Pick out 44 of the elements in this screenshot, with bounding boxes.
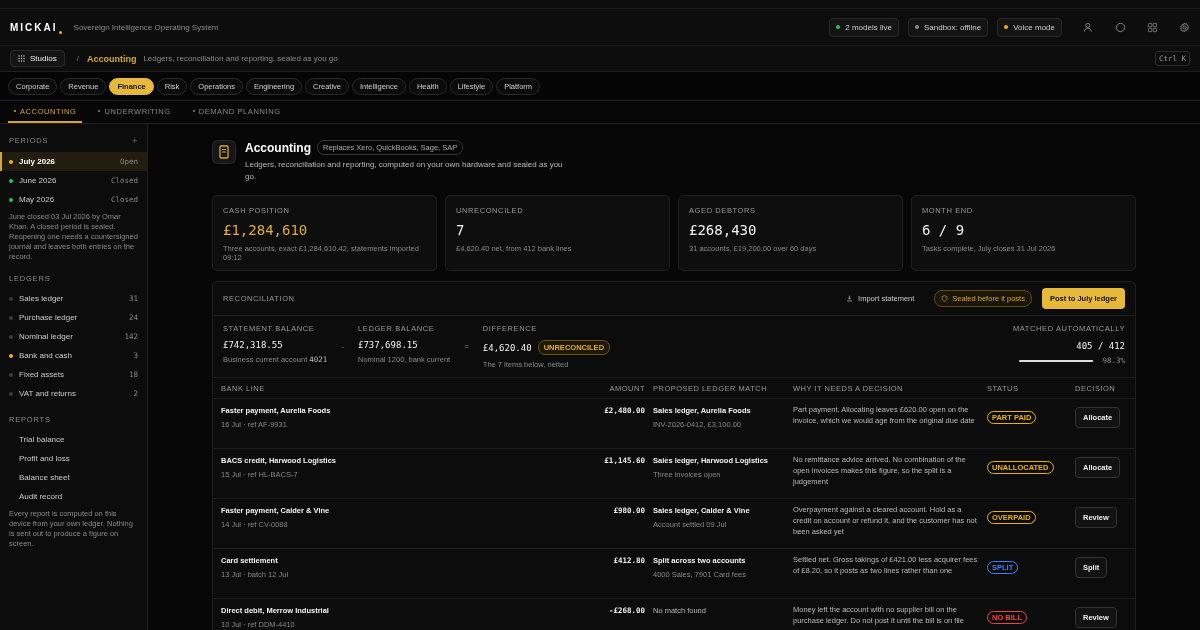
status-chip[interactable]: 2 models live [829,17,899,37]
ledger-label: Fixed assets [19,370,65,379]
difference-value: £4,620.40 [482,342,532,353]
ledger-label: Bank and cash [19,351,73,360]
logo: MICKAI [10,21,58,33]
tagline: Sovereign Intelligence Operating System [73,22,219,32]
logo-dot-icon [58,31,62,34]
period-label: June 2026 [19,176,58,185]
shield-icon [941,295,949,302]
status-chip[interactable]: Sandbox: offline [907,17,989,37]
report-item[interactable]: Balance sheet [0,468,147,487]
minus-sign: - [341,342,345,351]
ledger-label: Nominal ledger [19,332,74,341]
kpi-value: 7 [456,222,466,238]
settings-icon[interactable] [1179,21,1190,33]
circle-icon[interactable] [1115,21,1126,33]
balance-value: £737,698.15 [358,340,419,350]
matched-value: 405 / 412 [1075,341,1125,351]
period-label: July 2026 [19,157,57,166]
kpi-value: £1,284,610 [223,222,309,238]
report-item[interactable]: Trial balance [0,430,147,449]
kpi-value: £268,430 [689,222,758,238]
report-item[interactable]: Profit and loss [0,449,147,468]
status-chip[interactable]: Voice mode [997,17,1062,37]
studios-button[interactable]: Studios [10,50,65,67]
book-icon [212,140,236,164]
kpi-value: 6 / 9 [922,222,966,238]
page-title: Accounting [245,140,311,155]
user-icon[interactable] [1083,21,1094,33]
ledger-label: Sales ledger [19,294,65,303]
download-icon [846,295,854,302]
report-item[interactable]: Audit record [0,487,147,506]
grid-icon[interactable] [1147,21,1158,33]
breadcrumb-current: Accounting [86,53,137,64]
add-button[interactable]: + [131,136,138,146]
equals-sign: = [464,342,469,351]
breadcrumb-separator: / [76,54,79,63]
ledger-label: Purchase ledger [19,313,79,322]
ledger-label: VAT and returns [19,389,77,398]
page-description: Ledgers, reconciliation and reporting, computed on your own hardware and sealed as you go. [245,159,564,183]
balance-value: £742,318.55 [223,340,284,350]
breadcrumb-description: Ledgers, reconciliation and reporting, sealed as you go [143,54,339,63]
period-label: May 2026 [19,195,56,204]
grid-icon [18,55,25,62]
